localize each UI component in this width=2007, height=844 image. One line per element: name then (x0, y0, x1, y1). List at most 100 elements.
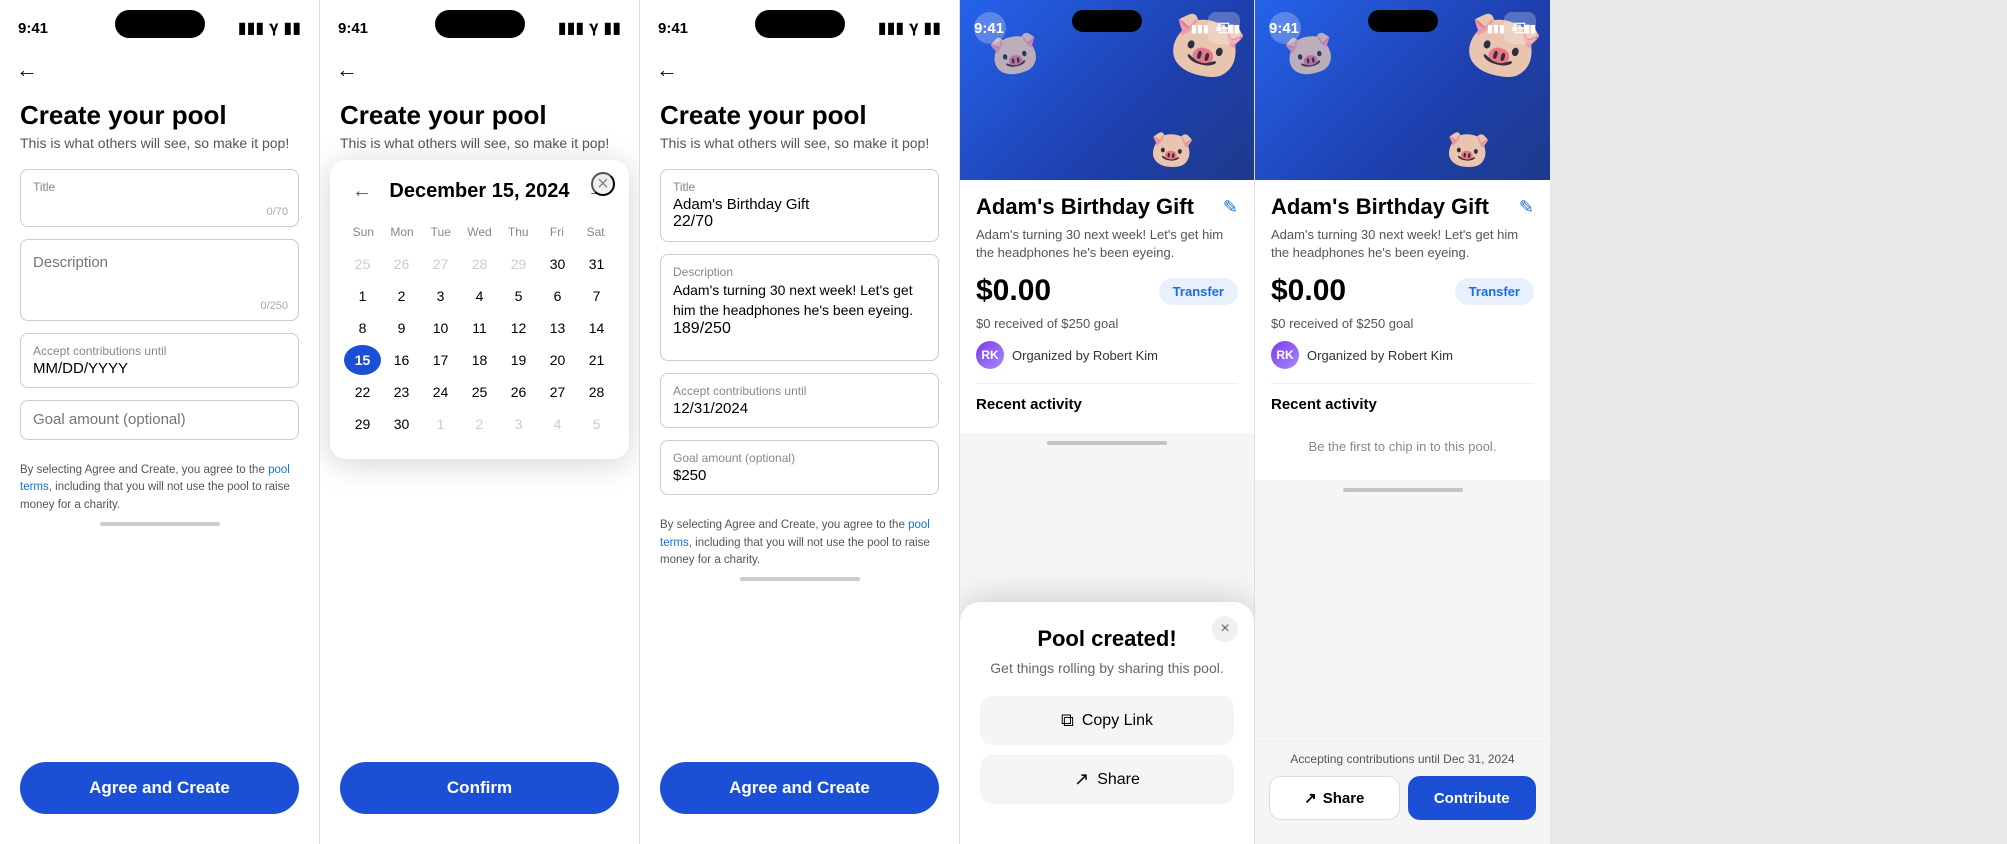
calendar-day-1[interactable]: 1 (344, 281, 381, 311)
form-1: Title 0/70 0/250 Accept contributions un… (0, 155, 319, 454)
calendar-day-5[interactable]: 5 (578, 409, 615, 439)
title-field-1: Title 0/70 (20, 169, 299, 227)
copy-link-button[interactable]: ⧉ Copy Link (980, 696, 1234, 745)
calendar-day-5[interactable]: 5 (500, 281, 537, 311)
calendar-day-19[interactable]: 19 (500, 345, 537, 375)
goal-field-1 (20, 400, 299, 440)
card-amount-4: $0.00 (976, 274, 1051, 308)
calendar-day-2[interactable]: 2 (461, 409, 498, 439)
pool-created-modal: × Pool created! Get things rolling by sh… (960, 602, 1254, 844)
title-input-1[interactable] (33, 198, 286, 215)
status-time-5: 9:41 (1269, 20, 1299, 37)
close-icon: × (597, 174, 609, 194)
calendar-day-4[interactable]: 4 (461, 281, 498, 311)
activity-empty-5: Be the first to chip in to this pool. (1271, 423, 1534, 470)
calendar-day-6[interactable]: 6 (539, 281, 576, 311)
contribute-button-5[interactable]: Contribute (1408, 776, 1537, 820)
back-button-2[interactable]: ← (336, 57, 358, 83)
wifi-icon-1: 𝛄 (269, 19, 278, 37)
description-input-1[interactable] (33, 250, 286, 305)
calendar-day-27[interactable]: 27 (539, 377, 576, 407)
calendar-day-29[interactable]: 29 (500, 249, 537, 279)
agree-create-button-3[interactable]: Agree and Create (660, 762, 939, 814)
calendar-day-7[interactable]: 7 (578, 281, 615, 311)
edit-icon-4[interactable]: ✎ (1223, 197, 1238, 218)
calendar-day-11[interactable]: 11 (461, 313, 498, 343)
back-button-3[interactable]: ← (656, 57, 678, 83)
calendar-day-18[interactable]: 18 (461, 345, 498, 375)
dynamic-island-1 (115, 10, 205, 38)
confirm-button-2[interactable]: Confirm (340, 762, 619, 814)
calendar-day-27[interactable]: 27 (422, 249, 459, 279)
calendar-day-9[interactable]: 9 (383, 313, 420, 343)
calendar-day-22[interactable]: 22 (344, 377, 381, 407)
modal-close-button[interactable]: × (1212, 616, 1238, 642)
calendar-weeks: 2526272829303112345678910111213141516171… (344, 249, 615, 439)
calendar-day-10[interactable]: 10 (422, 313, 459, 343)
calendar-day-24[interactable]: 24 (422, 377, 459, 407)
calendar-day-15[interactable]: 15 (344, 345, 381, 375)
calendar-day-4[interactable]: 4 (539, 409, 576, 439)
status-bar-1: 9:41 ▮▮▮ 𝛄 ▮▮ (0, 0, 319, 48)
calendar-day-1[interactable]: 1 (422, 409, 459, 439)
calendar-day-31[interactable]: 31 (578, 249, 615, 279)
organizer-name-4: Organized by Robert Kim (1012, 348, 1158, 363)
calendar-day-25[interactable]: 25 (344, 249, 381, 279)
card-title-row-5: Adam's Birthday Gift ✎ (1271, 194, 1534, 220)
calendar-day-29[interactable]: 29 (344, 409, 381, 439)
goal-value-3: $250 (673, 467, 926, 484)
calendar-day-28[interactable]: 28 (578, 377, 615, 407)
date-field-3[interactable]: Accept contributions until 12/31/2024 (660, 373, 939, 428)
calendar-day-30[interactable]: 30 (383, 409, 420, 439)
calendar-days-header: Sun Mon Tue Wed Thu Fri Sat (344, 221, 615, 243)
calendar-day-16[interactable]: 16 (383, 345, 420, 375)
calendar-day-30[interactable]: 30 (539, 249, 576, 279)
calendar-day-23[interactable]: 23 (383, 377, 420, 407)
calendar-day-28[interactable]: 28 (461, 249, 498, 279)
calendar-day-20[interactable]: 20 (539, 345, 576, 375)
share-button-5[interactable]: ↗ Share (1269, 776, 1400, 820)
date-label-1: Accept contributions until (33, 344, 286, 358)
transfer-button-4[interactable]: Transfer (1159, 278, 1238, 305)
calendar-day-14[interactable]: 14 (578, 313, 615, 343)
card-amount-row-4: $0.00 Transfer (976, 274, 1238, 308)
day-label-sat: Sat (576, 221, 615, 243)
nav-bar-3: ← (640, 48, 959, 92)
battery-icon-4: ▮▮ (1228, 22, 1240, 35)
calendar-day-3[interactable]: 3 (422, 281, 459, 311)
date-field-1[interactable]: Accept contributions until MM/DD/YYYY (20, 333, 299, 388)
status-bar-5: 9:41 ▮▮▮ ▲ ▮▮ (1255, 0, 1550, 44)
day-label-fri: Fri (538, 221, 577, 243)
status-icons-1: ▮▮▮ 𝛄 ▮▮ (238, 18, 301, 38)
transfer-button-5[interactable]: Transfer (1455, 278, 1534, 305)
back-button-1[interactable]: ← (16, 57, 38, 83)
calendar-day-21[interactable]: 21 (578, 345, 615, 375)
calendar-prev-button[interactable]: ← (344, 176, 380, 207)
dynamic-island-4 (1072, 10, 1142, 32)
close-icon-modal: × (1220, 620, 1229, 638)
goal-text-5: $0 received of $250 goal (1271, 316, 1534, 331)
day-label-sun: Sun (344, 221, 383, 243)
day-label-thu: Thu (499, 221, 538, 243)
calendar-day-2[interactable]: 2 (383, 281, 420, 311)
card-amount-5: $0.00 (1271, 274, 1346, 308)
calendar-day-26[interactable]: 26 (383, 249, 420, 279)
share-button-4[interactable]: ↗ Share (980, 755, 1234, 804)
day-label-tue: Tue (421, 221, 460, 243)
calendar-day-13[interactable]: 13 (539, 313, 576, 343)
calendar-day-12[interactable]: 12 (500, 313, 537, 343)
calendar-close-button[interactable]: × (591, 172, 615, 196)
calendar-day-26[interactable]: 26 (500, 377, 537, 407)
pig-decoration-5-3: 🐷 (1445, 127, 1492, 172)
calendar-day-17[interactable]: 17 (422, 345, 459, 375)
edit-icon-5[interactable]: ✎ (1519, 197, 1534, 218)
calendar-day-8[interactable]: 8 (344, 313, 381, 343)
agree-create-button-1[interactable]: Agree and Create (20, 762, 299, 814)
contribute-label-5: Contribute (1434, 790, 1510, 807)
calendar-header: ← December 15, 2024 → (344, 176, 615, 207)
page-subtitle-2: This is what others will see, so make it… (340, 135, 619, 151)
goal-input-1[interactable] (33, 411, 286, 428)
calendar-day-25[interactable]: 25 (461, 377, 498, 407)
calendar-day-3[interactable]: 3 (500, 409, 537, 439)
divider-4 (976, 383, 1238, 384)
